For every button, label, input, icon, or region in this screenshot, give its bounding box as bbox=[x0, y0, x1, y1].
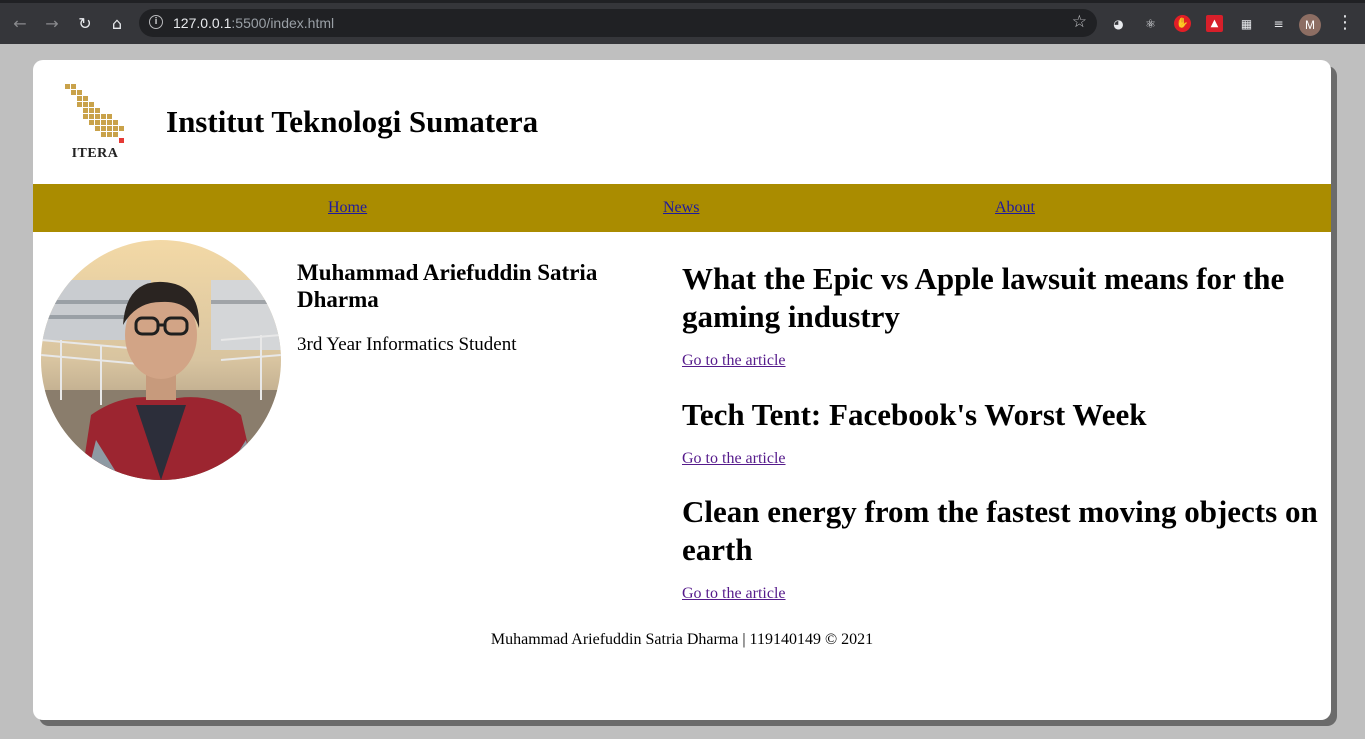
react-devtools-icon[interactable]: ⚛ bbox=[1142, 15, 1159, 32]
site-title: Institut Teknologi Sumatera bbox=[166, 104, 539, 139]
news-article: What the Epic vs Apple lawsuit means for… bbox=[682, 260, 1322, 370]
nav-link-news[interactable]: News bbox=[663, 199, 699, 217]
article-link[interactable]: Go to the article bbox=[682, 352, 786, 370]
forward-arrow-icon[interactable]: → bbox=[41, 12, 63, 34]
page-footer: Muhammad Ariefuddin Satria Dharma | 1191… bbox=[490, 631, 874, 648]
puzzle-icon[interactable]: ▦ bbox=[1238, 15, 1255, 32]
mendeley-icon[interactable]: ▲ bbox=[1206, 15, 1223, 32]
news-article: Tech Tent: Facebook's Worst Week Go to t… bbox=[682, 396, 1322, 468]
reading-list-icon[interactable]: ≡ bbox=[1270, 15, 1287, 32]
menu-icon[interactable]: ⋮ bbox=[1336, 12, 1354, 33]
itera-logo: ITERA bbox=[63, 82, 127, 162]
address-bar[interactable]: i 127.0.0.1:5500/index.html ☆ bbox=[139, 9, 1097, 37]
url-text: 127.0.0.1:5500/index.html bbox=[173, 15, 334, 31]
news-article: Clean energy from the fastest moving obj… bbox=[682, 493, 1322, 603]
profile-name: Muhammad Ariefuddin Satria Dharma bbox=[297, 260, 598, 312]
avatar[interactable]: M bbox=[1299, 14, 1321, 36]
star-icon[interactable]: ☆ bbox=[1072, 12, 1087, 32]
logo-tiles-icon bbox=[65, 84, 124, 143]
page-container: ITERA Institut Teknologi Sumatera Home N… bbox=[33, 60, 1331, 720]
info-icon[interactable]: i bbox=[149, 15, 163, 29]
article-title: What the Epic vs Apple lawsuit means for… bbox=[682, 261, 1285, 334]
article-link[interactable]: Go to the article bbox=[682, 450, 786, 468]
home-icon[interactable]: ⌂ bbox=[106, 12, 128, 34]
profile-role: 3rd Year Informatics Student bbox=[297, 334, 517, 355]
article-link[interactable]: Go to the article bbox=[682, 585, 786, 603]
reload-icon[interactable]: ↻ bbox=[74, 12, 96, 34]
browser-toolbar: ← → ↻ ⌂ i 127.0.0.1:5500/index.html ☆ ◕ … bbox=[0, 0, 1365, 44]
url-path: :5500/index.html bbox=[231, 15, 335, 31]
adblock-icon[interactable]: ✋ bbox=[1174, 15, 1191, 32]
article-title: Tech Tent: Facebook's Worst Week bbox=[682, 397, 1147, 432]
back-arrow-icon[interactable]: ← bbox=[9, 12, 31, 34]
extension-shell-icon[interactable]: ◕ bbox=[1110, 15, 1127, 32]
nav-link-about[interactable]: About bbox=[995, 199, 1035, 217]
article-title: Clean energy from the fastest moving obj… bbox=[682, 494, 1318, 567]
nav-link-home[interactable]: Home bbox=[328, 199, 367, 217]
logo-text: ITERA bbox=[71, 146, 119, 161]
profile-photo bbox=[41, 240, 281, 480]
url-host: 127.0.0.1 bbox=[173, 15, 232, 31]
site-header: ITERA Institut Teknologi Sumatera bbox=[33, 60, 1331, 184]
main-nav: Home News About bbox=[33, 184, 1331, 232]
